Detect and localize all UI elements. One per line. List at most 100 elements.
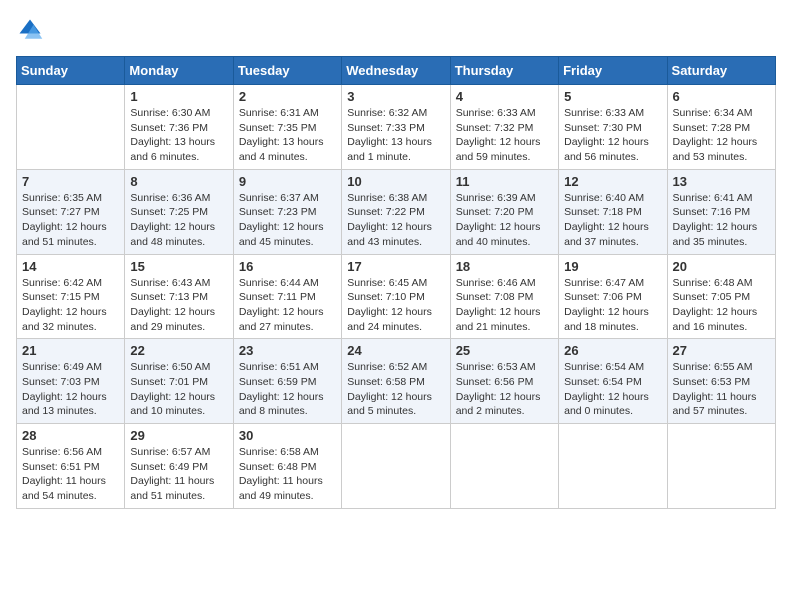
- day-info: Sunrise: 6:52 AM Sunset: 6:58 PM Dayligh…: [347, 360, 444, 419]
- sunrise-text: Sunrise: 6:51 AM: [239, 361, 319, 373]
- calendar-cell: 1 Sunrise: 6:30 AM Sunset: 7:36 PM Dayli…: [125, 85, 233, 170]
- day-info: Sunrise: 6:39 AM Sunset: 7:20 PM Dayligh…: [456, 191, 553, 250]
- sunset-text: Sunset: 6:48 PM: [239, 461, 317, 473]
- daylight-text: Daylight: 13 hours and 4 minutes.: [239, 136, 324, 163]
- day-info: Sunrise: 6:36 AM Sunset: 7:25 PM Dayligh…: [130, 191, 227, 250]
- header-saturday: Saturday: [667, 57, 775, 85]
- day-info: Sunrise: 6:33 AM Sunset: 7:32 PM Dayligh…: [456, 106, 553, 165]
- sunrise-text: Sunrise: 6:33 AM: [456, 107, 536, 119]
- calendar-cell: 13 Sunrise: 6:41 AM Sunset: 7:16 PM Dayl…: [667, 169, 775, 254]
- sunset-text: Sunset: 7:16 PM: [673, 206, 751, 218]
- sunset-text: Sunset: 7:27 PM: [22, 206, 100, 218]
- sunset-text: Sunset: 6:51 PM: [22, 461, 100, 473]
- sunrise-text: Sunrise: 6:40 AM: [564, 192, 644, 204]
- sunrise-text: Sunrise: 6:36 AM: [130, 192, 210, 204]
- sunrise-text: Sunrise: 6:55 AM: [673, 361, 753, 373]
- day-info: Sunrise: 6:35 AM Sunset: 7:27 PM Dayligh…: [22, 191, 119, 250]
- sunrise-text: Sunrise: 6:43 AM: [130, 277, 210, 289]
- day-info: Sunrise: 6:49 AM Sunset: 7:03 PM Dayligh…: [22, 360, 119, 419]
- sunset-text: Sunset: 7:05 PM: [673, 291, 751, 303]
- sunset-text: Sunset: 7:10 PM: [347, 291, 425, 303]
- daylight-text: Daylight: 12 hours and 10 minutes.: [130, 391, 215, 418]
- day-info: Sunrise: 6:54 AM Sunset: 6:54 PM Dayligh…: [564, 360, 661, 419]
- day-info: Sunrise: 6:31 AM Sunset: 7:35 PM Dayligh…: [239, 106, 336, 165]
- daylight-text: Daylight: 12 hours and 21 minutes.: [456, 306, 541, 333]
- sunrise-text: Sunrise: 6:44 AM: [239, 277, 319, 289]
- calendar-cell: 21 Sunrise: 6:49 AM Sunset: 7:03 PM Dayl…: [17, 339, 125, 424]
- day-number: 16: [239, 259, 336, 274]
- daylight-text: Daylight: 12 hours and 13 minutes.: [22, 391, 107, 418]
- sunrise-text: Sunrise: 6:42 AM: [22, 277, 102, 289]
- day-number: 26: [564, 343, 661, 358]
- logo: [16, 16, 48, 44]
- daylight-text: Daylight: 11 hours and 54 minutes.: [22, 475, 106, 502]
- calendar-header-row: SundayMondayTuesdayWednesdayThursdayFrid…: [17, 57, 776, 85]
- calendar-cell: 24 Sunrise: 6:52 AM Sunset: 6:58 PM Dayl…: [342, 339, 450, 424]
- logo-icon: [16, 16, 44, 44]
- daylight-text: Daylight: 12 hours and 16 minutes.: [673, 306, 758, 333]
- daylight-text: Daylight: 12 hours and 32 minutes.: [22, 306, 107, 333]
- calendar-cell: 25 Sunrise: 6:53 AM Sunset: 6:56 PM Dayl…: [450, 339, 558, 424]
- day-info: Sunrise: 6:53 AM Sunset: 6:56 PM Dayligh…: [456, 360, 553, 419]
- daylight-text: Daylight: 12 hours and 48 minutes.: [130, 221, 215, 248]
- sunset-text: Sunset: 7:22 PM: [347, 206, 425, 218]
- calendar-cell: 3 Sunrise: 6:32 AM Sunset: 7:33 PM Dayli…: [342, 85, 450, 170]
- daylight-text: Daylight: 12 hours and 43 minutes.: [347, 221, 432, 248]
- day-info: Sunrise: 6:34 AM Sunset: 7:28 PM Dayligh…: [673, 106, 770, 165]
- calendar-cell: 26 Sunrise: 6:54 AM Sunset: 6:54 PM Dayl…: [559, 339, 667, 424]
- day-info: Sunrise: 6:56 AM Sunset: 6:51 PM Dayligh…: [22, 445, 119, 504]
- calendar-week-row: 1 Sunrise: 6:30 AM Sunset: 7:36 PM Dayli…: [17, 85, 776, 170]
- header-monday: Monday: [125, 57, 233, 85]
- sunset-text: Sunset: 7:28 PM: [673, 122, 751, 134]
- sunrise-text: Sunrise: 6:41 AM: [673, 192, 753, 204]
- daylight-text: Daylight: 12 hours and 59 minutes.: [456, 136, 541, 163]
- daylight-text: Daylight: 12 hours and 56 minutes.: [564, 136, 649, 163]
- day-number: 27: [673, 343, 770, 358]
- day-number: 4: [456, 89, 553, 104]
- calendar-week-row: 14 Sunrise: 6:42 AM Sunset: 7:15 PM Dayl…: [17, 254, 776, 339]
- sunset-text: Sunset: 7:23 PM: [239, 206, 317, 218]
- day-number: 9: [239, 174, 336, 189]
- daylight-text: Daylight: 12 hours and 0 minutes.: [564, 391, 649, 418]
- day-info: Sunrise: 6:33 AM Sunset: 7:30 PM Dayligh…: [564, 106, 661, 165]
- calendar-cell: [667, 424, 775, 509]
- calendar-cell: [342, 424, 450, 509]
- calendar-cell: 12 Sunrise: 6:40 AM Sunset: 7:18 PM Dayl…: [559, 169, 667, 254]
- day-number: 21: [22, 343, 119, 358]
- day-info: Sunrise: 6:40 AM Sunset: 7:18 PM Dayligh…: [564, 191, 661, 250]
- day-number: 23: [239, 343, 336, 358]
- day-info: Sunrise: 6:41 AM Sunset: 7:16 PM Dayligh…: [673, 191, 770, 250]
- sunset-text: Sunset: 7:13 PM: [130, 291, 208, 303]
- sunset-text: Sunset: 6:59 PM: [239, 376, 317, 388]
- day-info: Sunrise: 6:46 AM Sunset: 7:08 PM Dayligh…: [456, 276, 553, 335]
- calendar-week-row: 28 Sunrise: 6:56 AM Sunset: 6:51 PM Dayl…: [17, 424, 776, 509]
- day-info: Sunrise: 6:47 AM Sunset: 7:06 PM Dayligh…: [564, 276, 661, 335]
- sunset-text: Sunset: 7:15 PM: [22, 291, 100, 303]
- day-number: 30: [239, 428, 336, 443]
- day-info: Sunrise: 6:42 AM Sunset: 7:15 PM Dayligh…: [22, 276, 119, 335]
- calendar-cell: 4 Sunrise: 6:33 AM Sunset: 7:32 PM Dayli…: [450, 85, 558, 170]
- sunset-text: Sunset: 7:08 PM: [456, 291, 534, 303]
- daylight-text: Daylight: 12 hours and 45 minutes.: [239, 221, 324, 248]
- sunset-text: Sunset: 7:25 PM: [130, 206, 208, 218]
- sunrise-text: Sunrise: 6:48 AM: [673, 277, 753, 289]
- calendar-cell: 2 Sunrise: 6:31 AM Sunset: 7:35 PM Dayli…: [233, 85, 341, 170]
- daylight-text: Daylight: 12 hours and 8 minutes.: [239, 391, 324, 418]
- calendar-cell: [559, 424, 667, 509]
- calendar-week-row: 21 Sunrise: 6:49 AM Sunset: 7:03 PM Dayl…: [17, 339, 776, 424]
- day-number: 15: [130, 259, 227, 274]
- calendar-cell: 23 Sunrise: 6:51 AM Sunset: 6:59 PM Dayl…: [233, 339, 341, 424]
- sunset-text: Sunset: 7:33 PM: [347, 122, 425, 134]
- sunrise-text: Sunrise: 6:30 AM: [130, 107, 210, 119]
- calendar-cell: 27 Sunrise: 6:55 AM Sunset: 6:53 PM Dayl…: [667, 339, 775, 424]
- header-sunday: Sunday: [17, 57, 125, 85]
- sunrise-text: Sunrise: 6:50 AM: [130, 361, 210, 373]
- sunrise-text: Sunrise: 6:53 AM: [456, 361, 536, 373]
- header-wednesday: Wednesday: [342, 57, 450, 85]
- calendar-cell: 30 Sunrise: 6:58 AM Sunset: 6:48 PM Dayl…: [233, 424, 341, 509]
- sunset-text: Sunset: 6:58 PM: [347, 376, 425, 388]
- sunrise-text: Sunrise: 6:32 AM: [347, 107, 427, 119]
- sunset-text: Sunset: 7:36 PM: [130, 122, 208, 134]
- day-info: Sunrise: 6:51 AM Sunset: 6:59 PM Dayligh…: [239, 360, 336, 419]
- day-number: 10: [347, 174, 444, 189]
